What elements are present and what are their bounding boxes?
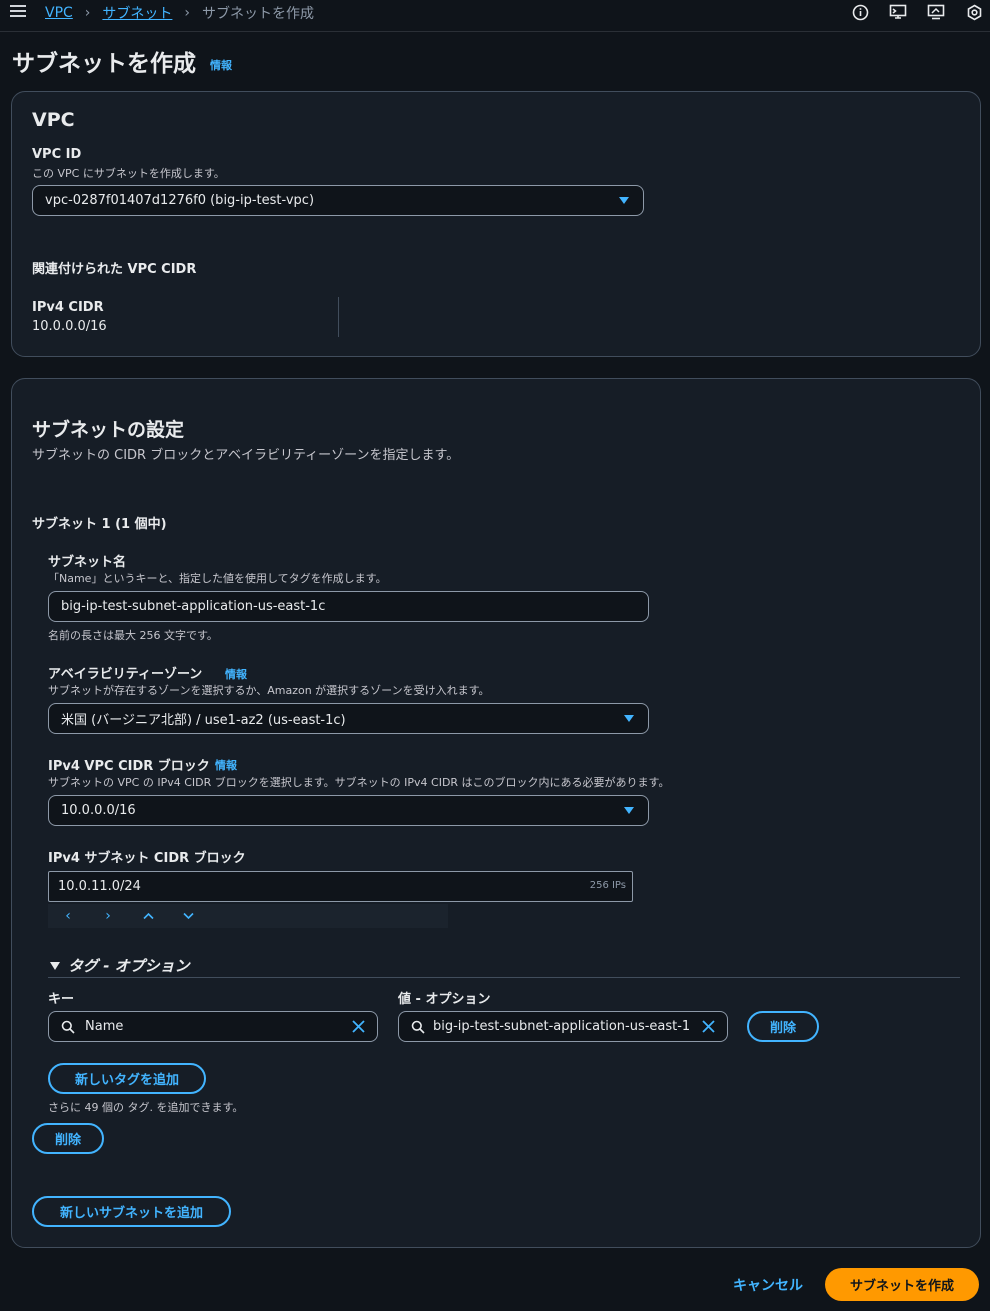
menu-icon[interactable] [10,5,26,19]
column-divider [338,297,339,337]
add-tag-button[interactable]: 新しいタグを追加 [48,1063,206,1094]
chevron-right-icon[interactable]: › [88,908,128,924]
az-select[interactable]: 米国 (バージニア北部) / use1-az2 (us-east-1c) [48,703,649,734]
page-info-link[interactable]: 情報 [210,57,232,73]
subnet-cidr-block-value: 10.0.11.0/24 [58,879,141,894]
vpc-panel: VPC VPC ID この VPC にサブネットを作成します。 vpc-0287… [11,91,981,357]
subnet-ip-count: 256 IPs [589,880,626,891]
az-value: 米国 (バージニア北部) / use1-az2 (us-east-1c) [61,713,346,728]
caret-down-icon [624,715,634,722]
subnet-count-heading: サブネット 1 (1 個中) [32,517,167,532]
search-icon [61,1020,75,1034]
feedback-icon[interactable] [926,2,946,22]
chevron-left-icon[interactable]: ‹ [48,908,88,924]
breadcrumb-vpc-link[interactable]: VPC [45,5,73,21]
vpc-id-select[interactable]: vpc-0287f01407d1276f0 (big-ip-test-vpc) [32,185,644,216]
tags-expander[interactable]: タグ - オプション [50,955,190,976]
vpc-cidr-info-link[interactable]: 情報 [215,757,237,773]
tag-key-input[interactable]: Name [48,1011,378,1042]
az-description: サブネットが存在するゾーンを選択するか、Amazon が選択するゾーンを受け入れ… [48,684,490,697]
tag-key-label: キー [48,992,75,1007]
caret-down-icon [619,197,629,204]
clear-icon[interactable] [702,1020,715,1033]
vpc-cidr-block-select[interactable]: 10.0.0.0/16 [48,795,649,826]
subnet-name-label: サブネット名 [48,555,127,570]
subnet-name-value: big-ip-test-subnet-application-us-east-1… [61,599,326,614]
ipv4-cidr-label: IPv4 CIDR [32,300,104,315]
vpc-cidr-block-label: IPv4 VPC CIDR ブロック [48,759,210,774]
tag-value-label: 値 - オプション [398,992,491,1007]
vpc-id-value: vpc-0287f01407d1276f0 (big-ip-test-vpc) [45,193,315,208]
tag-value-value: big-ip-test-subnet-application-us-east-1 [433,1019,691,1034]
tags-heading: タグ - オプション [68,957,190,975]
search-icon [411,1020,425,1034]
breadcrumb-subnets-link[interactable]: サブネット [102,3,172,23]
subnet-settings-heading: サブネットの設定 [32,419,185,441]
cancel-button[interactable]: キャンセル [733,1275,803,1295]
caret-down-icon [624,807,634,814]
cidr-stepper: ‹ › [48,904,448,928]
az-label: アベイラビリティーゾーン [48,667,203,682]
settings-icon[interactable] [964,2,984,22]
tag-value-input[interactable]: big-ip-test-subnet-application-us-east-1 [398,1011,728,1042]
subnet-cidr-block-label: IPv4 サブネット CIDR ブロック [48,851,246,866]
remove-tag-button[interactable]: 削除 [747,1011,819,1042]
vpc-cidr-block-value: 10.0.0.0/16 [61,803,136,818]
page-title: サブネットを作成 [12,51,196,77]
chevron-right-icon: › [84,5,91,21]
breadcrumb: VPC › サブネット › サブネットを作成 [45,3,314,23]
clear-icon[interactable] [352,1020,365,1033]
breadcrumb-current: サブネットを作成 [202,6,315,22]
vpc-id-description: この VPC にサブネットを作成します。 [32,167,225,180]
caret-down-icon [50,961,60,970]
tags-divider [48,977,960,978]
subnet-name-hint: 名前の長さは最大 256 文字です。 [48,629,218,642]
subnet-settings-panel: サブネットの設定 サブネットの CIDR ブロックとアベイラビリティーゾーンを指… [11,378,981,1248]
tag-key-value: Name [85,1019,124,1034]
subnet-name-description: 「Name」というキーと、指定した値を使用してタグを作成します。 [48,572,387,585]
cloudshell-icon[interactable] [888,2,908,22]
vpc-cidr-block-description: サブネットの VPC の IPv4 CIDR ブロックを選択します。サブネットの… [48,776,670,789]
vpc-heading: VPC [32,109,75,131]
vpc-id-label: VPC ID [32,147,82,162]
subnet-cidr-block-input[interactable]: 10.0.11.0/24 256 IPs [48,871,633,902]
remove-subnet-button[interactable]: 削除 [32,1123,104,1154]
ipv4-cidr-value: 10.0.0.0/16 [32,319,107,334]
associated-cidr-heading: 関連付けられた VPC CIDR [32,262,197,277]
chevron-down-icon[interactable] [168,909,208,924]
az-info-link[interactable]: 情報 [225,666,247,682]
tag-limit-hint: さらに 49 個の タグ. を追加できます。 [48,1101,244,1114]
chevron-right-icon: › [184,5,191,21]
add-subnet-button[interactable]: 新しいサブネットを追加 [32,1196,231,1227]
create-subnet-button[interactable]: サブネットを作成 [825,1268,979,1301]
info-icon[interactable] [850,2,870,22]
top-navigation-bar: VPC › サブネット › サブネットを作成 [0,0,990,32]
subnet-settings-description: サブネットの CIDR ブロックとアベイラビリティーゾーンを指定します。 [32,448,460,463]
chevron-up-icon[interactable] [128,909,168,924]
subnet-name-input[interactable]: big-ip-test-subnet-application-us-east-1… [48,591,649,622]
